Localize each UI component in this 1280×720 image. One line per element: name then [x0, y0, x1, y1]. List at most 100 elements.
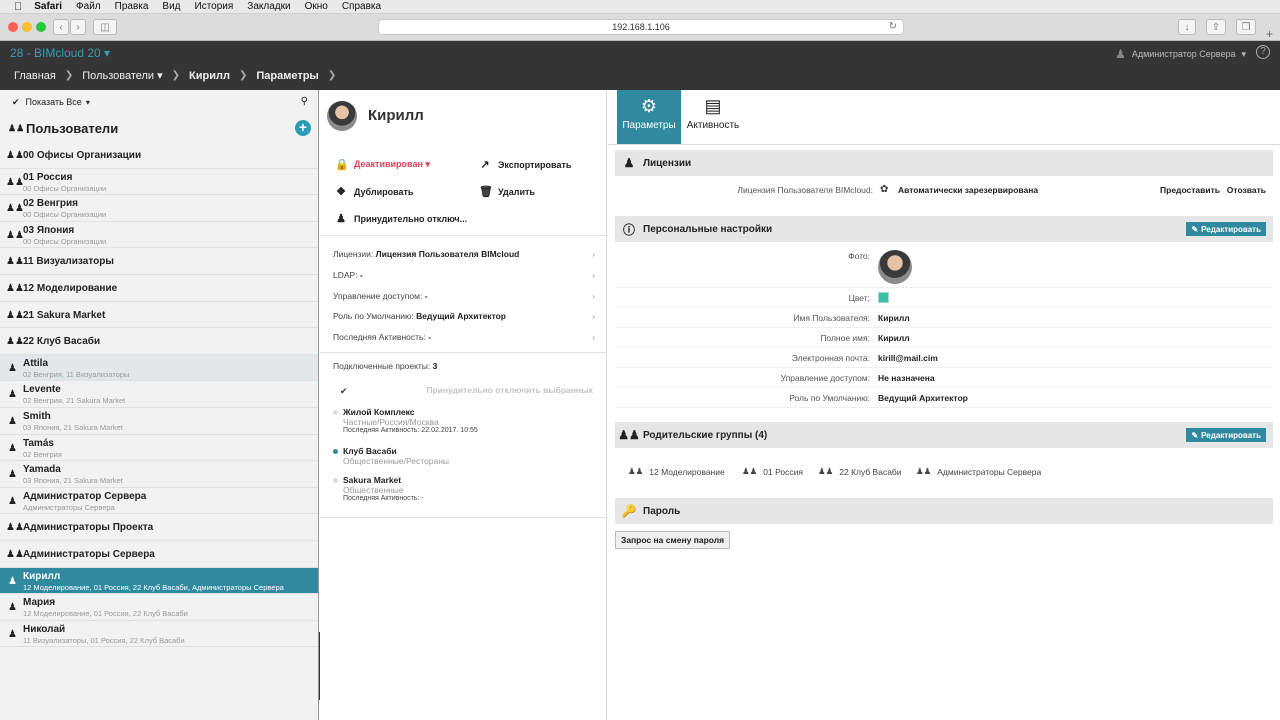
- user-list-item[interactable]: ♟ Tamás 02 Венгрия: [0, 435, 318, 462]
- parent-group-item[interactable]: ♟♟ 01 Россия: [742, 466, 803, 477]
- info-row[interactable]: Последняя Активность: - ›: [333, 332, 595, 342]
- user-list-item[interactable]: ♟ Yamada 03 Япония, 21 Sakura Market: [0, 461, 318, 488]
- list-item-subtitle: 02 Венгрия: [23, 449, 62, 459]
- project-item[interactable]: Sakura Market Общественные Последняя Актив…: [333, 475, 424, 502]
- settings-panel: ⚙ Параметры ▤ Активность ♟ Лицензии Лице…: [608, 90, 1280, 720]
- user-icon: ♟: [8, 389, 17, 401]
- user-list-item[interactable]: ♟ Attila 02 Венгрия, 11 Визуализаторы: [0, 354, 318, 382]
- user-list-item[interactable]: ♟ Levente 02 Венгрия, 21 Sakura Market: [0, 381, 318, 408]
- group-list-item[interactable]: ♟♟ Администраторы Сервера: [0, 541, 318, 568]
- list-item-subtitle: 00 Офисы Организации: [23, 183, 107, 193]
- tabs-icon[interactable]: ❐: [1236, 19, 1256, 35]
- group-list-item[interactable]: ♟♟ 11 Визуализаторы: [0, 248, 318, 275]
- password-section-header: 🔑 Пароль: [615, 498, 1273, 524]
- tab-settings[interactable]: ⚙ Параметры: [617, 90, 681, 144]
- breadcrumb-users[interactable]: Пользователи ▾: [82, 69, 162, 82]
- minimize-window-button[interactable]: [22, 22, 32, 32]
- status-dot[interactable]: [333, 478, 338, 483]
- group-list-item[interactable]: ♟♟ 22 Клуб Васаби: [0, 328, 318, 355]
- menu-window[interactable]: Окно: [305, 1, 328, 12]
- account-menu[interactable]: ♟ Администратор Сервера ▾: [1115, 47, 1246, 61]
- menu-help[interactable]: Справка: [342, 1, 381, 12]
- menu-edit[interactable]: Правка: [115, 1, 149, 12]
- close-window-button[interactable]: [8, 22, 18, 32]
- deactivated-dropdown[interactable]: 🔒 Деактивирован ▾: [335, 158, 430, 171]
- group-list-item[interactable]: ♟♟ Администраторы Проекта: [0, 514, 318, 541]
- info-row[interactable]: Лицензии: Лицензия Пользователя BIMcloud…: [333, 249, 595, 259]
- group-list-item[interactable]: ♟♟ 21 Sakura Market: [0, 302, 318, 329]
- info-row[interactable]: LDAP: - ›: [333, 270, 595, 280]
- list-item-title: 21 Sakura Market: [23, 309, 106, 321]
- revoke-license-link[interactable]: Отозвать: [1227, 185, 1266, 195]
- add-user-button[interactable]: +: [295, 120, 311, 136]
- menu-safari[interactable]: Safari: [34, 1, 62, 12]
- user-list-item[interactable]: ♟ Smith 03 Япония, 21 Sakura Market: [0, 408, 318, 435]
- address-bar[interactable]: 192.168.1.106 ↻: [378, 19, 904, 35]
- breadcrumb-user[interactable]: Кирилл: [189, 70, 230, 82]
- reload-icon[interactable]: ↻: [889, 21, 897, 32]
- grant-license-link[interactable]: Предоставить: [1160, 185, 1220, 195]
- group-list-item[interactable]: ♟♟ 01 Россия 00 Офисы Организации: [0, 169, 318, 196]
- share-icon[interactable]: ⇧: [1206, 19, 1226, 35]
- back-icon[interactable]: ‹: [53, 19, 69, 35]
- export-button[interactable]: ↗ Экспортировать: [479, 158, 571, 171]
- status-dot[interactable]: [333, 410, 338, 415]
- forward-icon[interactable]: ›: [70, 19, 86, 35]
- menu-view[interactable]: Вид: [162, 1, 180, 12]
- info-row[interactable]: Роль по Умолчанию: Ведущий Архитектор ›: [333, 311, 595, 321]
- user-list-item[interactable]: ♟ Администратор Сервера Администраторы Сер…: [0, 488, 318, 515]
- list-item-subtitle: 02 Венгрия, 11 Визуализаторы: [23, 369, 130, 379]
- list-item-subtitle: 12 Моделирование, 01 Россия, 22 Клуб Вас…: [23, 582, 284, 592]
- breadcrumb-home[interactable]: Главная: [14, 70, 56, 82]
- group-list-item[interactable]: ♟♟ 03 Япония 00 Офисы Организации: [0, 222, 318, 249]
- menu-file[interactable]: Файл: [76, 1, 101, 12]
- edit-groups-button[interactable]: ✎ Редактировать: [1186, 428, 1266, 442]
- project-name: Жилой Комплекс: [343, 407, 415, 417]
- list-item-title: Администратор Сервера: [23, 490, 147, 502]
- new-tab-icon[interactable]: +: [1266, 27, 1273, 41]
- duplicate-button[interactable]: ❖ Дублировать: [335, 185, 413, 198]
- user-icon: ♟: [8, 469, 17, 481]
- help-icon[interactable]: ?: [1256, 45, 1270, 59]
- search-icon[interactable]: ⚲: [301, 96, 308, 107]
- parent-group-item[interactable]: ♟♟ 12 Моделирование: [628, 466, 725, 477]
- group-icon: ♟♟: [6, 336, 24, 348]
- personal-settings-title: Персональные настройки: [643, 223, 773, 235]
- delete-button[interactable]: 🗑 Удалить: [479, 185, 535, 198]
- photo-avatar[interactable]: [878, 250, 912, 284]
- user-list: ♟♟ 00 Офисы Организации ♟♟ 01 Россия 00 Офис…: [0, 142, 318, 648]
- sidebar-toggle-icon[interactable]: ◫: [93, 19, 117, 35]
- force-disconnect-selected-button[interactable]: Принудительно отключить выбранных: [426, 385, 593, 395]
- group-icon: ♟♟: [8, 122, 25, 133]
- apple-icon[interactable]: : [14, 1, 22, 13]
- force-disconnect-button[interactable]: ♟ Принудительно отключ...: [335, 212, 467, 225]
- project-item[interactable]: Жилой Комплекс Частные/Россия/Москва После…: [333, 407, 478, 434]
- request-password-change-button[interactable]: Запрос на смену пароля: [615, 531, 731, 549]
- server-selector[interactable]: 28 - BIMcloud 20 ▾: [10, 46, 110, 60]
- user-list-item[interactable]: ♟ Мария 12 Моделирование, 01 Россия, 22 Кл…: [0, 594, 318, 621]
- zoom-window-button[interactable]: [36, 22, 46, 32]
- menu-history[interactable]: История: [195, 1, 234, 12]
- download-icon[interactable]: ↓: [1178, 19, 1196, 35]
- tab-activity[interactable]: ▤ Активность: [681, 90, 745, 144]
- edit-label: Редактировать: [1201, 430, 1261, 440]
- edit-personal-button[interactable]: ✎ Редактировать: [1186, 222, 1266, 236]
- menu-bookmarks[interactable]: Закладки: [247, 1, 290, 12]
- info-row[interactable]: Управление доступом: - ›: [333, 291, 595, 301]
- project-item[interactable]: Клуб Васаби Общественные/Рестораны: [333, 446, 449, 466]
- show-all-filter[interactable]: Показать Все: [26, 97, 82, 107]
- status-dot[interactable]: [333, 449, 338, 454]
- color-swatch[interactable]: [878, 292, 889, 303]
- list-item-title: 01 Россия: [23, 171, 73, 183]
- group-list-item[interactable]: ♟♟ 12 Моделирование: [0, 275, 318, 302]
- user-list-item[interactable]: ♟ Николай 11 Визуализаторы, 01 Россия, 22 …: [0, 621, 318, 648]
- parent-group-item[interactable]: ♟♟ 22 Клуб Васаби: [818, 466, 902, 477]
- parent-group-item[interactable]: ♟♟ Администраторы Сервера: [916, 466, 1041, 477]
- user-list-item[interactable]: ♟ Кирилл 12 Моделирование, 01 Россия, 22 К…: [0, 567, 318, 595]
- group-list-item[interactable]: ♟♟ 02 Венгрия 00 Офисы Организации: [0, 195, 318, 222]
- list-item-subtitle: 00 Офисы Организации: [23, 236, 107, 246]
- select-all-checkbox[interactable]: ✔: [340, 386, 348, 397]
- chevron-down-icon[interactable]: ▾: [86, 98, 90, 107]
- group-list-item[interactable]: ♟♟ 00 Офисы Организации: [0, 142, 318, 169]
- breadcrumb: Главная ❯ Пользователи ▾ ❯ Кирилл ❯ Пара…: [14, 69, 336, 83]
